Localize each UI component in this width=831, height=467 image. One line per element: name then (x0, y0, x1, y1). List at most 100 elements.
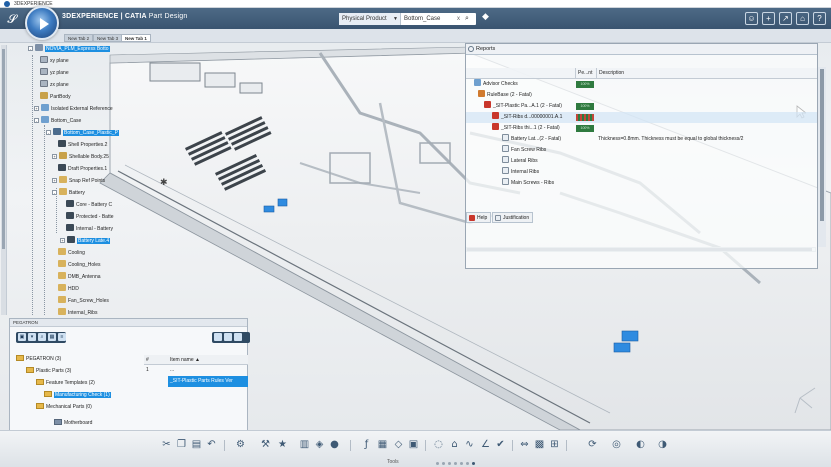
tree-item-isolated-external-reference[interactable]: + Isolated External Reference (34, 104, 113, 113)
ds-logo-icon[interactable]: 𝓢 (4, 11, 20, 27)
tree-item-shell-properties[interactable]: Shell Properties.2 (58, 140, 107, 149)
dashboard-icon[interactable]: ◑ (656, 438, 669, 451)
view-details-icon[interactable] (234, 333, 242, 341)
tree-item-hdd[interactable]: HDD (58, 284, 79, 293)
tree-item-yz-plane[interactable]: yz plane (40, 68, 69, 77)
table-icon[interactable]: ▦ (376, 438, 389, 451)
tree-item-zx-plane[interactable]: zx plane (40, 80, 69, 89)
tree-scrollbar-thumb[interactable] (2, 49, 5, 249)
sphere-icon[interactable]: ● (328, 438, 341, 451)
grid-icon[interactable]: ▦ (48, 333, 56, 341)
measure-icon[interactable]: ⇔ (518, 438, 531, 451)
pegatron-manufacturing-check[interactable]: Manufacturing Check (1) (44, 391, 111, 400)
view-tiles-icon[interactable] (224, 333, 232, 341)
report-row[interactable]: _SIT-Plastic Pa...A.1 (2 - Fatal) 100% (466, 101, 817, 112)
filter-icon[interactable]: ▾ (28, 333, 36, 341)
tree-item-internal-ribs[interactable]: Internal_Ribs (58, 308, 97, 317)
report-row[interactable]: Lateral Ribs (466, 156, 817, 167)
pegatron-root[interactable]: PEGATRON (3) (16, 355, 61, 364)
list-icon[interactable]: ≡ (58, 333, 66, 341)
share-icon[interactable]: ↗ (779, 12, 792, 25)
tab-new-tab-1[interactable]: New Tab 1 (121, 34, 151, 42)
tree-item-xy-plane[interactable]: xy plane (40, 56, 69, 65)
rule-icon[interactable]: ◇ (392, 438, 405, 451)
tools-icon[interactable]: ⚒ (259, 438, 272, 451)
curve-icon[interactable]: ∿ (463, 438, 476, 451)
undo-icon[interactable]: ↶ (205, 438, 218, 451)
tree-item-shellable-body[interactable]: + Shellable Body.25 (52, 152, 109, 161)
help-icon[interactable]: ? (813, 12, 826, 25)
search-icon[interactable]: ⌕ (465, 13, 469, 25)
tree-item-root-product[interactable]: - NOVIA_PLM_Express Botto (28, 44, 110, 53)
clear-search-icon[interactable]: x (457, 13, 460, 25)
tab-justification[interactable]: Justification (492, 212, 534, 223)
document-icon[interactable]: ▥ (298, 438, 311, 451)
scan-icon[interactable]: ◎ (610, 438, 623, 451)
report-row[interactable]: Fan Screw Ribs (466, 145, 817, 156)
formula-icon[interactable]: ƒ (360, 438, 373, 451)
column-header-number[interactable]: # (146, 355, 149, 365)
column-header-item-name[interactable]: Item name ▲ (170, 355, 200, 365)
report-row[interactable]: Main Screws - Ribs (466, 178, 817, 189)
tree-item-protected-battery[interactable]: Protected - Batte (66, 212, 114, 221)
tree-item-draft-properties[interactable]: Draft Properties.1 (58, 164, 107, 173)
tree-item-bottom-case-plastic[interactable]: - Bottom_Case_Plastic_P (46, 128, 119, 137)
compass-widget[interactable] (25, 6, 59, 40)
paste-icon[interactable]: ▤ (190, 438, 203, 451)
report-row[interactable]: Internal Ribs (466, 167, 817, 178)
tree-scrollbar[interactable] (1, 45, 7, 315)
report-row[interactable]: Battery Lat...(2 - Fatal) Thickness=0.8m… (466, 134, 817, 145)
pegatron-feature-templates[interactable]: Feature Templates (2) (36, 379, 95, 388)
report-row[interactable]: RuleBase (2 - Fatal) (466, 90, 817, 101)
tree-item-cooling[interactable]: Cooling (58, 248, 85, 257)
tree-item-battery-lateral[interactable]: + Battery Late.4 (60, 236, 111, 245)
search-box[interactable]: Physical Product ▼ Bottom_Case x ⌕ (339, 13, 476, 25)
action-bar-pager[interactable] (436, 461, 478, 467)
search-icon[interactable]: ⌕ (38, 333, 46, 341)
pegatron-mechanical-parts[interactable]: Mechanical Parts (0) (36, 403, 92, 412)
report-row[interactable]: _SIT-Ribs thi...1 (2 - Fatal) 100% (466, 123, 817, 134)
report-row[interactable]: Advisor Checks 100% (466, 79, 817, 90)
tab-help[interactable]: Help (466, 212, 492, 223)
pegatron-motherboard[interactable]: Motherboard (54, 419, 92, 428)
tree-item-cooling-holes[interactable]: Cooling_Holes (58, 260, 101, 269)
analysis-icon[interactable]: ▩ (533, 438, 546, 451)
search-category-dropdown[interactable]: Physical Product ▼ (339, 13, 401, 25)
tree-item-dmb-antenna[interactable]: DMB_Antenna (58, 272, 101, 281)
table-row[interactable]: 1 ... (144, 365, 248, 376)
reports-vertical-scrollbar-thumb[interactable] (820, 69, 824, 221)
table-row[interactable]: _SIT-Plastic Parts Rules Ver (144, 376, 248, 387)
settings-icon[interactable]: ⚙ (234, 438, 247, 451)
transform-icon[interactable]: ⟳ (586, 438, 599, 451)
comment-icon[interactable]: ◌ (432, 438, 445, 451)
tree-item-internal-battery[interactable]: Internal - Battery (66, 224, 113, 233)
copy-icon[interactable]: ❐ (175, 438, 188, 451)
view-list-icon[interactable] (214, 333, 222, 341)
user-icon[interactable]: ☺ (745, 12, 758, 25)
column-header-description[interactable]: Description (596, 68, 624, 79)
search-input[interactable]: Bottom_Case (404, 13, 440, 25)
pegatron-plastic-parts[interactable]: Plastic Parts (3) (26, 367, 71, 376)
view-icon[interactable]: ◈ (313, 438, 326, 451)
star-icon[interactable]: ★ (276, 438, 289, 451)
tab-new-tab-3[interactable]: New Tab 3 (93, 34, 123, 42)
tree-item-core-battery[interactable]: Core - Battery C (66, 200, 112, 209)
report-row[interactable]: _SIT-Ribs d...00000001.A.1 (466, 112, 817, 123)
home-icon[interactable]: ⌂ (796, 12, 809, 25)
render-icon[interactable]: ◐ (634, 438, 647, 451)
folder-icon[interactable]: ▣ (18, 333, 26, 341)
tree-item-snap-ref-points[interactable]: + Snap Ref Points (52, 176, 105, 185)
cap-icon[interactable]: ⌂ (448, 438, 461, 451)
tree-item-bottom-case[interactable]: - Bottom_Case (34, 116, 81, 125)
tree-item-battery[interactable]: - Battery (52, 188, 85, 197)
angle-icon[interactable]: ∠ (479, 438, 492, 451)
assembly-icon[interactable]: ⊞ (548, 438, 561, 451)
gear-icon[interactable] (468, 46, 474, 52)
column-header-percent[interactable]: Pe...nt (575, 68, 592, 79)
tree-item-fan-screw-holes[interactable]: Fan_Screw_Holes (58, 296, 109, 305)
3d-viewport[interactable]: ✱ - NOVIA_PLM_Express Botto xy plane yz p… (0, 43, 831, 430)
check-icon[interactable]: ✔ (494, 438, 507, 451)
cut-icon[interactable]: ✂ (160, 438, 173, 451)
tree-item-partbody[interactable]: PartBody (40, 92, 71, 101)
knowledge-icon[interactable]: ▣ (407, 438, 420, 451)
